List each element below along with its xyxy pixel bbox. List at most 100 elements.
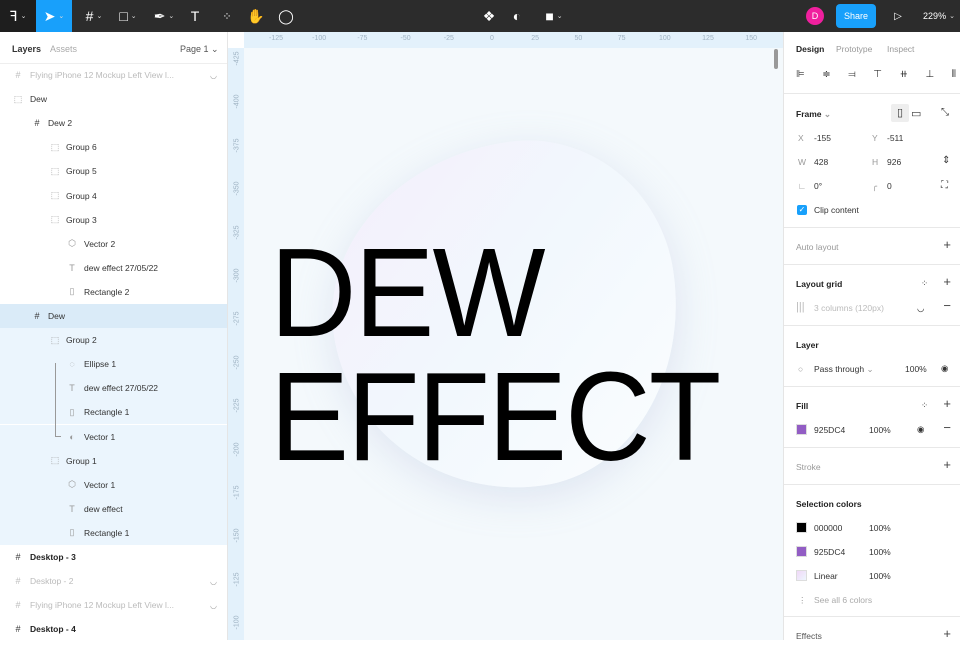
align-center-h-icon[interactable]: ≑ (822, 69, 830, 80)
layer-row[interactable]: # Desktop - 3 (0, 545, 227, 569)
layer-row[interactable]: # Dew (0, 304, 227, 328)
layer-row[interactable]: ⬚ Group 5 (0, 159, 227, 183)
tab-layers[interactable]: Layers (12, 44, 41, 54)
hidden-eye-icon[interactable]: ◡ (210, 71, 217, 80)
blend-mode-dropdown[interactable]: Pass through ⌄ (814, 364, 874, 375)
grid-item-label[interactable]: 3 columns (120px) (814, 303, 884, 313)
layer-name: Group 1 (66, 455, 97, 466)
component-button[interactable]: ❖ (480, 0, 498, 32)
width-field[interactable]: 428 (814, 157, 828, 167)
layer-row[interactable]: ◌ Ellipse 1 (0, 352, 227, 377)
add-effect-icon[interactable]: + (943, 626, 951, 641)
layer-row[interactable]: ⬚ Group 2 (0, 328, 227, 353)
layer-row[interactable]: ⬡ Vector 1 (0, 472, 227, 497)
landscape-button[interactable]: ▭ (911, 107, 921, 120)
distribute-icon[interactable]: ⫴ (952, 69, 956, 80)
height-field[interactable]: 926 (887, 157, 901, 167)
comment-tool-button[interactable]: ◯ (275, 0, 297, 32)
layer-row[interactable]: Tdew effect 27/05/22 (0, 376, 227, 401)
fill-color-swatch[interactable] (796, 424, 807, 435)
layer-row[interactable]: ⬚ Group 4 (0, 184, 227, 208)
pen-tool-button[interactable]: ✒ ⌄ (150, 0, 178, 32)
layer-row[interactable]: ⬚ Group 6 (0, 135, 227, 159)
align-left-icon[interactable]: ⊫ (796, 69, 805, 80)
layer-row[interactable]: Tdew effect 27/05/22 (0, 256, 227, 280)
ruler-tick-label: -250 (233, 355, 241, 370)
layer-row[interactable]: ⬚ Group 1 (0, 448, 227, 473)
share-button[interactable]: Share (836, 4, 876, 28)
fill-hex-field[interactable]: 925DC4 (814, 425, 845, 435)
fill-styles-icon[interactable]: ⁘ (921, 400, 928, 411)
zoom-dropdown[interactable]: 229% ⌄ (920, 0, 958, 32)
grid-styles-icon[interactable]: ⁘ (921, 278, 928, 289)
hidden-eye-icon[interactable]: ◡ (210, 601, 217, 610)
clip-content-checkbox[interactable]: ✓ (797, 205, 807, 215)
layer-row[interactable]: ◐ Vector 1 (0, 424, 227, 449)
vertical-scrollbar[interactable] (774, 49, 778, 69)
layer-row[interactable]: ⬡ Vector 2 (0, 232, 227, 256)
avatar[interactable]: D (806, 7, 824, 25)
align-right-icon[interactable]: ⫤ (848, 69, 856, 80)
portrait-button[interactable]: ▯ (891, 104, 909, 122)
layer-row[interactable]: # Flying iPhone 12 Mockup Left View l... ◡ (0, 63, 227, 87)
layer-row[interactable]: ⬚ Dew (0, 87, 227, 111)
frame-tool-button[interactable]: # ⌄ (80, 0, 108, 32)
add-auto-layout-icon[interactable]: + (943, 237, 951, 252)
layer-row[interactable]: # Desktop - 4 (0, 617, 227, 641)
tab-assets[interactable]: Assets (50, 44, 77, 54)
add-grid-icon[interactable]: + (943, 274, 951, 289)
layer-row[interactable]: # Dew 2 (0, 111, 227, 135)
align-bottom-icon[interactable]: ⊥ (926, 69, 935, 80)
main-menu-button[interactable]: ꟻ ⌄ (0, 0, 36, 32)
layer-row[interactable]: ▯ Rectangle 1 (0, 400, 227, 425)
shape-tool-button[interactable]: □ ⌄ (114, 0, 142, 32)
frame-dropdown[interactable]: Frame ⌄ (796, 109, 831, 120)
resize-to-fit-icon[interactable]: ⤡ (941, 107, 949, 118)
align-middle-v-icon[interactable]: ⧺ (900, 69, 908, 80)
hidden-eye-icon[interactable]: ◡ (917, 303, 924, 314)
x-field[interactable]: -155 (814, 133, 831, 143)
resources-button[interactable]: ⁘ (216, 0, 238, 32)
layer-name: Group 2 (66, 335, 97, 346)
layer-row[interactable]: ▯ Rectangle 2 (0, 280, 227, 304)
color-name[interactable]: Linear (814, 571, 838, 581)
mask-button[interactable]: ◐ (508, 0, 526, 32)
add-fill-icon[interactable]: + (943, 396, 951, 411)
independent-corners-icon[interactable]: ⛶ (941, 180, 948, 191)
tab-design[interactable]: Design (796, 44, 824, 54)
boolean-button[interactable]: ■ ⌄ (540, 0, 568, 32)
layer-row[interactable]: # Flying iPhone 12 Mockup Left View l... ◡ (0, 593, 227, 617)
color-swatch[interactable] (796, 522, 807, 533)
remove-fill-icon[interactable]: − (943, 420, 951, 435)
tab-inspect[interactable]: Inspect (887, 44, 914, 54)
constrain-proportions-icon[interactable]: ⇕ (942, 155, 950, 166)
eye-icon[interactable]: ◉ (941, 363, 948, 374)
layer-row[interactable]: # Desktop - 2 ◡ (0, 569, 227, 593)
canvas[interactable]: DEW EFFECT -125 -100 -75 -50 -25 0 25 50 75 100 12… (228, 32, 783, 640)
text-tool-button[interactable]: T (184, 0, 206, 32)
hidden-eye-icon[interactable]: ◡ (210, 577, 217, 586)
radius-field[interactable]: 0 (887, 181, 892, 191)
color-swatch[interactable] (796, 570, 807, 581)
fill-opacity-field[interactable]: 100% (869, 425, 891, 435)
layer-row[interactable]: ▯ Rectangle 1 (0, 520, 227, 545)
see-all-colors-link[interactable]: See all 6 colors (814, 595, 872, 605)
hand-tool-button[interactable]: ✋ (245, 0, 267, 32)
rotation-field[interactable]: 0° (814, 181, 822, 191)
tab-prototype[interactable]: Prototype (836, 44, 872, 54)
effects-section: Effects + (784, 616, 960, 646)
layer-row[interactable]: ⬚ Group 3 (0, 208, 227, 232)
align-top-icon[interactable]: ⊤ (873, 69, 882, 80)
color-swatch[interactable] (796, 546, 807, 557)
layer-opacity-field[interactable]: 100% (905, 364, 927, 374)
color-name[interactable]: 925DC4 (814, 547, 845, 557)
add-stroke-icon[interactable]: + (943, 457, 951, 472)
color-name[interactable]: 000000 (814, 523, 842, 533)
fill-eye-icon[interactable]: ◉ (917, 424, 924, 435)
move-tool-button[interactable]: ➤ ⌄ (36, 0, 72, 32)
present-button[interactable]: ▷ (890, 0, 906, 32)
layer-row[interactable]: Tdew effect (0, 496, 227, 521)
page-selector[interactable]: Page 1 ⌄ (180, 44, 219, 55)
y-field[interactable]: -511 (887, 133, 903, 143)
remove-grid-icon[interactable]: − (943, 298, 951, 313)
